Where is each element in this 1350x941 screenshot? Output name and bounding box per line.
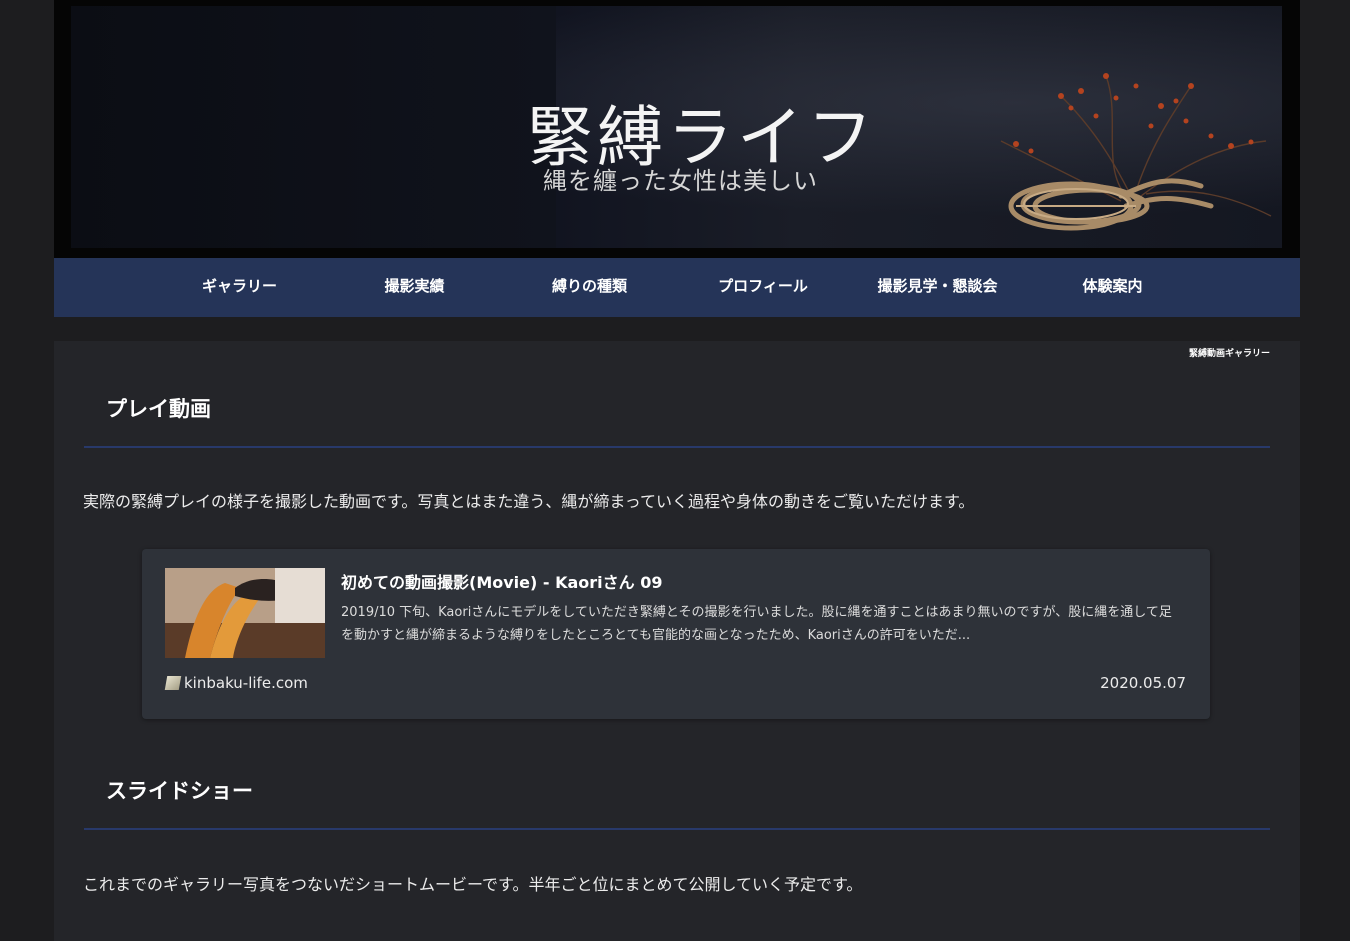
section-divider [84, 828, 1270, 830]
nav-item-profile[interactable]: プロフィール [700, 258, 826, 317]
banner-dark-panel [71, 6, 556, 248]
blog-embed-card[interactable]: 初めての動画撮影(Movie) - Kaoriさん 09 2019/10 下旬、… [142, 549, 1210, 719]
section-heading-play-video: プレイ動画 [106, 397, 211, 421]
section-heading-slideshow: スライドショー [106, 779, 253, 803]
site-tagline: 縄を纏った女性は美しい [543, 167, 818, 195]
header-banner[interactable]: 緊縛ライフ 縄を纏った女性は美しい [71, 6, 1282, 248]
card-excerpt: 2019/10 下旬、Kaoriさんにモデルをしていただき緊縛とその撮影を行いま… [341, 605, 1172, 643]
site-header: 緊縛ライフ 縄を纏った女性は美しい [54, 0, 1300, 258]
nav-item-experience[interactable]: 体験案内 [1054, 258, 1171, 317]
nav-item-bind-types[interactable]: 縛りの種類 [531, 258, 648, 317]
breadcrumb[interactable]: 緊縛動画ギャラリー [1189, 346, 1270, 359]
main-navigation: ギャラリー 撮影実績 縛りの種類 プロフィール 撮影見学・懇談会 体験案内 [54, 258, 1300, 317]
site-wrapper: 緊縛ライフ 縄を纏った女性は美しい ギャラリー 撮影実績 縛りの種類 プロフィー… [54, 0, 1300, 941]
card-thumbnail[interactable] [165, 568, 325, 658]
nav-item-gallery[interactable]: ギャラリー [181, 258, 298, 317]
section-description: 実際の緊縛プレイの様子を撮影した動画です。写真とはまた違う、縄が締まっていく過程… [83, 492, 975, 511]
section-divider [84, 446, 1270, 448]
nav-item-shooting-record[interactable]: 撮影実績 [356, 258, 473, 317]
card-site-name: kinbaku-life.com [184, 674, 308, 692]
main-content: 緊縛動画ギャラリー プレイ動画 実際の緊縛プレイの様子を撮影した動画です。写真と… [54, 341, 1300, 941]
site-favicon-icon [164, 676, 182, 690]
card-title[interactable]: 初めての動画撮影(Movie) - Kaoriさん 09 [341, 569, 663, 593]
nav-item-observation-meetup[interactable]: 撮影見学・懇談会 [864, 258, 1011, 317]
section-description: これまでのギャラリー写真をつないだショートムービーです。半年ごと位にまとめて公開… [83, 875, 863, 894]
rope-illustration [1000, 73, 1272, 231]
card-date: 2020.05.07 [1100, 674, 1186, 692]
card-source[interactable]: kinbaku-life.com [164, 674, 308, 692]
